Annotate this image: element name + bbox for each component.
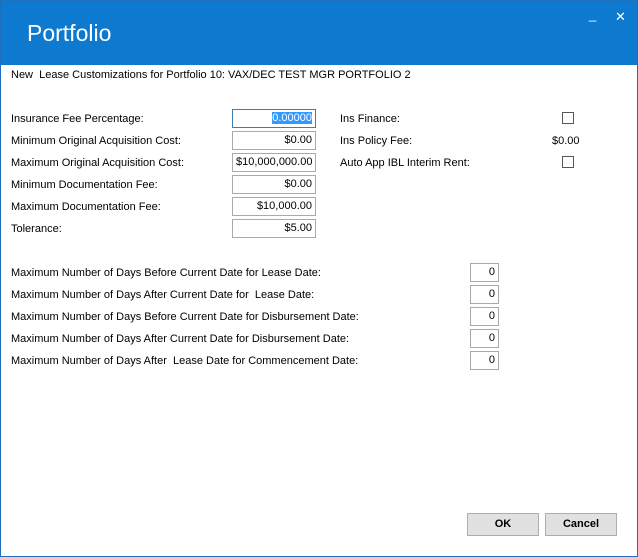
days-before-disbursement-label: Maximum Number of Days Before Current Da… (11, 311, 359, 323)
ins-finance-checkbox[interactable] (562, 112, 574, 124)
days-after-lease-input[interactable]: 0 (470, 285, 499, 304)
days-after-lease-label: Maximum Number of Days After Current Dat… (11, 289, 315, 301)
portfolio-dialog: Portfolio _ ✕ New Lease Customizations f… (0, 0, 638, 557)
tolerance-label: Tolerance: (11, 223, 62, 235)
auto-app-ibl-checkbox[interactable] (562, 156, 574, 168)
days-before-lease-input[interactable]: 0 (470, 263, 499, 282)
days-after-lease-commencement-label: Maximum Number of Days After Lease Date … (11, 355, 359, 367)
days-after-lease-commencement-input[interactable]: 0 (470, 351, 499, 370)
ins-policy-fee-value: $0.00 (552, 135, 580, 147)
auto-app-ibl-label: Auto App IBL Interim Rent: (340, 157, 470, 169)
min-acquisition-cost-input[interactable]: $0.00 (232, 131, 316, 150)
window-title: Portfolio (27, 20, 112, 46)
insurance-fee-label: Insurance Fee Percentage: (11, 113, 144, 125)
insurance-fee-input[interactable]: 0.00000 (232, 109, 316, 128)
min-documentation-fee-input[interactable]: $0.00 (232, 175, 316, 194)
max-acquisition-cost-label: Maximum Original Acquisition Cost: (11, 157, 185, 169)
tolerance-input[interactable]: $5.00 (232, 219, 316, 238)
days-after-disbursement-label: Maximum Number of Days After Current Dat… (11, 333, 350, 345)
max-acquisition-cost-input[interactable]: $10,000,000.00 (232, 153, 316, 172)
dialog-header: New Lease Customizations for Portfolio 1… (11, 69, 411, 81)
max-documentation-fee-input[interactable]: $10,000.00 (232, 197, 316, 216)
close-icon[interactable]: ✕ (615, 9, 626, 25)
ins-policy-fee-label: Ins Policy Fee: (340, 135, 413, 147)
days-before-disbursement-input[interactable]: 0 (470, 307, 499, 326)
min-acquisition-cost-label: Minimum Original Acquisition Cost: (11, 135, 181, 147)
ins-finance-label: Ins Finance: (340, 113, 400, 125)
minimize-icon[interactable]: _ (589, 7, 596, 22)
min-documentation-fee-label: Minimum Documentation Fee: (11, 179, 158, 191)
days-before-lease-label: Maximum Number of Days Before Current Da… (11, 267, 321, 279)
title-bar: Portfolio _ ✕ (1, 1, 637, 65)
days-after-disbursement-input[interactable]: 0 (470, 329, 499, 348)
cancel-button[interactable]: Cancel (545, 513, 617, 536)
ok-button[interactable]: OK (467, 513, 539, 536)
max-documentation-fee-label: Maximum Documentation Fee: (11, 201, 161, 213)
